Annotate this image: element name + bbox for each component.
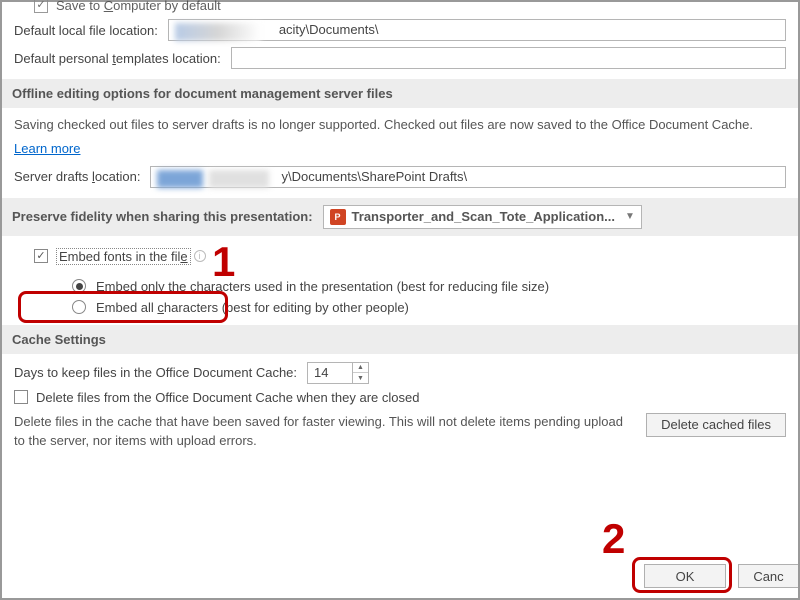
spinner-down-icon[interactable]: ▼	[353, 373, 368, 383]
embed-only-radio[interactable]	[72, 279, 86, 293]
cache-days-spinner[interactable]: 14 ▲ ▼	[307, 362, 369, 384]
local-file-location-label: Default local file location:	[14, 23, 158, 38]
learn-more-link[interactable]: Learn more	[14, 141, 80, 156]
embed-all-radio[interactable]	[72, 300, 86, 314]
offline-body-text: Saving checked out files to server draft…	[14, 116, 786, 135]
info-icon[interactable]: i	[194, 250, 206, 262]
save-to-computer-label: Save to Computer by default	[56, 0, 221, 13]
embed-only-label: Embed only the characters used in the pr…	[96, 279, 549, 294]
cache-settings-header: Cache Settings	[2, 325, 798, 354]
cache-days-label: Days to keep files in the Office Documen…	[14, 365, 297, 380]
templates-location-label: Default personal templates location:	[14, 51, 221, 66]
presentation-dropdown[interactable]: P Transporter_and_Scan_Tote_Application.…	[323, 205, 642, 229]
embed-fonts-checkbox[interactable]	[34, 249, 48, 263]
delete-on-close-checkbox[interactable]	[14, 390, 28, 404]
chevron-down-icon: ▼	[625, 211, 635, 222]
presentation-dropdown-value: Transporter_and_Scan_Tote_Application...	[352, 209, 615, 224]
local-file-location-input[interactable]: . acity\Documents\	[168, 19, 786, 41]
embed-all-label: Embed all characters (best for editing b…	[96, 300, 409, 315]
annotation-number-2: 2	[602, 515, 625, 563]
cache-days-value[interactable]: 14	[308, 363, 352, 383]
delete-cached-files-button[interactable]: Delete cached files	[646, 413, 786, 437]
templates-location-input[interactable]	[231, 47, 786, 69]
server-drafts-label: Server drafts location:	[14, 169, 140, 184]
cancel-button[interactable]: Canc	[738, 564, 798, 588]
offline-section-header: Offline editing options for document man…	[2, 79, 798, 108]
powerpoint-icon: P	[330, 209, 346, 225]
delete-on-close-label: Delete files from the Office Document Ca…	[36, 390, 419, 405]
save-to-computer-checkbox[interactable]	[34, 0, 48, 13]
embed-fonts-label: Embed fonts in the file	[56, 248, 191, 265]
ok-button[interactable]: OK	[644, 564, 726, 588]
preserve-fidelity-header: Preserve fidelity when sharing this pres…	[2, 198, 798, 236]
server-drafts-input[interactable]: . y\Documents\SharePoint Drafts\	[150, 166, 786, 188]
spinner-up-icon[interactable]: ▲	[353, 363, 368, 374]
delete-cache-description: Delete files in the cache that have been…	[14, 413, 632, 451]
